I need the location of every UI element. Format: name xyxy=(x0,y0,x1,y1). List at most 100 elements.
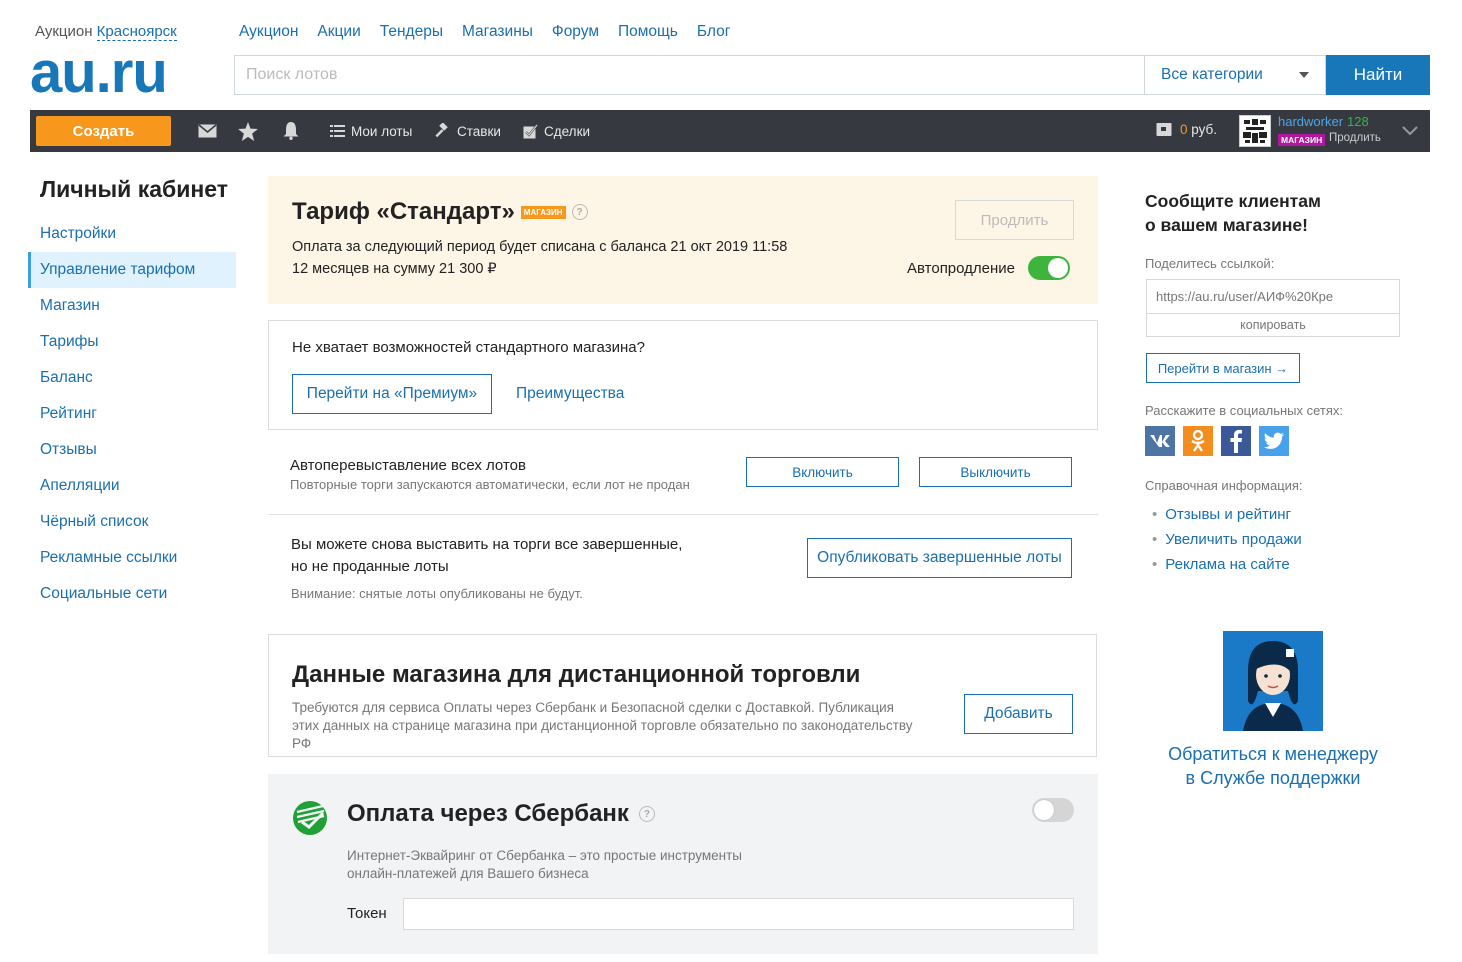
nav-promotions[interactable]: Акции xyxy=(317,23,360,41)
tariff-title-row: Тариф «Стандарт» МАГАЗИН ? xyxy=(292,198,588,226)
bids-link[interactable]: Ставки xyxy=(434,121,501,141)
prolong-link[interactable]: Продлить xyxy=(1329,132,1381,144)
city-link[interactable]: Красноярск xyxy=(96,23,177,41)
avatar[interactable] xyxy=(1239,115,1271,147)
help-link-reviews[interactable]: Отзывы и рейтинг xyxy=(1165,506,1291,523)
user-rating: 128 xyxy=(1347,114,1369,129)
vk-icon[interactable] xyxy=(1145,426,1175,456)
chevron-down-icon[interactable] xyxy=(1402,124,1418,139)
relist-disable-button[interactable]: Выключить xyxy=(919,457,1072,487)
list-icon xyxy=(330,125,345,137)
distance-title: Данные магазина для дистанционной торгов… xyxy=(292,661,861,688)
toggle-knob xyxy=(1048,258,1068,278)
sidebar-item-shop[interactable]: Магазин xyxy=(28,288,236,324)
sidebar-item-rating[interactable]: Рейтинг xyxy=(28,396,236,432)
sidebar-item-social[interactable]: Социальные сети xyxy=(28,576,236,612)
deals-link[interactable]: Сделки xyxy=(523,121,590,141)
renew-button[interactable]: Продлить xyxy=(955,200,1074,240)
sidebar-item-blacklist[interactable]: Чёрный список xyxy=(28,504,236,540)
help-link-sales[interactable]: Увеличить продажи xyxy=(1165,531,1302,548)
republish-line1: Вы можете снова выставить на торги все з… xyxy=(291,536,683,553)
help-link-ads[interactable]: Реклама на сайте xyxy=(1165,556,1289,573)
balance-unit: руб. xyxy=(1191,121,1218,137)
search-input[interactable] xyxy=(234,55,1144,95)
caret-down-icon xyxy=(1299,72,1309,78)
sidebar-item-appeals[interactable]: Апелляции xyxy=(28,468,236,504)
site-logo[interactable]: au.ru xyxy=(30,40,168,106)
category-value: Все категории xyxy=(1161,66,1263,83)
create-button[interactable]: Создать xyxy=(36,116,171,146)
bids-label: Ставки xyxy=(457,123,501,139)
username: hardworker xyxy=(1278,114,1344,129)
sidebar-item-tariffs[interactable]: Тарифы xyxy=(28,324,236,360)
nav-tenders[interactable]: Тендеры xyxy=(380,23,443,41)
toggle-knob xyxy=(1034,800,1054,820)
relist-title: Автоперевыставление всех лотов xyxy=(290,457,526,474)
contact-manager-link[interactable]: Обратиться к менеджеру в Службе поддержк… xyxy=(1145,742,1401,790)
username-link[interactable]: hardworker 128 xyxy=(1278,114,1369,129)
tariff-card: Тариф «Стандарт» МАГАЗИН ? Оплата за сле… xyxy=(268,176,1098,304)
add-button[interactable]: Добавить xyxy=(964,694,1073,734)
republish-text: Вы можете снова выставить на торги все з… xyxy=(291,534,682,578)
go-premium-button[interactable]: Перейти на «Премиум» xyxy=(292,374,492,414)
distance-description: Требуются для сервиса Оплаты через Сберб… xyxy=(292,700,913,751)
sberbank-card: Оплата через Сбербанк ? Интернет-Эквайри… xyxy=(268,774,1098,954)
share-label: Поделитесь ссылкой: xyxy=(1145,256,1275,271)
twitter-icon[interactable] xyxy=(1259,426,1289,456)
republish-note: Внимание: снятые лоты опубликованы не бу… xyxy=(291,586,583,601)
publish-finished-button[interactable]: Опубликовать завершенные лоты xyxy=(807,538,1072,578)
shop-badge: МАГАЗИН xyxy=(520,205,566,219)
sidebar-item-balance[interactable]: Баланс xyxy=(28,360,236,396)
share-url-input[interactable] xyxy=(1146,279,1400,314)
nav-shops[interactable]: Магазины xyxy=(462,23,533,41)
goto-shop-button[interactable]: Перейти в магазин → xyxy=(1146,353,1300,383)
sberbank-desc-line1: Интернет-Эквайринг от Сбербанка – это пр… xyxy=(347,848,742,863)
auto-relist-section: Автоперевыставление всех лотов Повторные… xyxy=(268,440,1098,515)
copy-button[interactable]: копировать xyxy=(1146,314,1400,337)
sidebar-item-settings[interactable]: Настройки xyxy=(28,216,236,252)
sidebar-item-ad-links[interactable]: Рекламные ссылки xyxy=(28,540,236,576)
nav-auction[interactable]: Аукцион xyxy=(239,23,298,41)
user-toolbar: Создать Мои лоты Ставки Сделки 0 руб. ha… xyxy=(30,110,1430,152)
support-manager-illustration[interactable] xyxy=(1223,631,1323,731)
billing-amount: 12 месяцев на сумму 21 300 ₽ xyxy=(292,261,497,277)
balance-value: 0 xyxy=(1180,121,1188,137)
wallet-icon xyxy=(1156,123,1172,136)
bell-icon[interactable] xyxy=(281,121,301,141)
help-icon[interactable]: ? xyxy=(638,806,655,822)
sberbank-desc-line2: онлайн-платежей для Вашего бизнеса xyxy=(347,866,589,881)
sberbank-title-row: Оплата через Сбербанк ? xyxy=(347,800,655,828)
billing-info: Оплата за следующий период будет списана… xyxy=(292,239,788,255)
sidebar-item-reviews[interactable]: Отзывы xyxy=(28,432,236,468)
checkbox-icon xyxy=(523,123,538,138)
star-icon[interactable] xyxy=(238,121,258,141)
help-icon[interactable]: ? xyxy=(571,204,588,220)
mail-icon[interactable] xyxy=(197,121,217,141)
odnoklassniki-icon[interactable] xyxy=(1183,426,1213,456)
nav-blog[interactable]: Блог xyxy=(697,23,731,41)
token-input[interactable] xyxy=(403,898,1074,930)
shop-badge: МАГАЗИН xyxy=(1278,134,1326,146)
help-item: Реклама на сайте xyxy=(1152,552,1302,577)
help-item: Отзывы и рейтинг xyxy=(1152,502,1302,527)
social-buttons xyxy=(1145,426,1289,456)
balance[interactable]: 0 руб. xyxy=(1156,121,1217,137)
premium-card: Не хватает возможностей стандартного маг… xyxy=(268,320,1098,430)
facebook-icon[interactable] xyxy=(1221,426,1251,456)
sberbank-logo-icon xyxy=(292,800,328,836)
help-info-label: Справочная информация: xyxy=(1145,478,1303,493)
sidebar-item-tariff-management[interactable]: Управление тарифом xyxy=(28,252,236,288)
relist-enable-button[interactable]: Включить xyxy=(746,457,899,487)
search-button[interactable]: Найти xyxy=(1326,55,1430,95)
category-select[interactable]: Все категории xyxy=(1144,55,1326,95)
deals-label: Сделки xyxy=(544,123,591,139)
my-lots-link[interactable]: Мои лоты xyxy=(330,121,412,141)
tariff-title: Тариф «Стандарт» xyxy=(292,198,515,225)
advantages-link[interactable]: Преимущества xyxy=(516,385,624,403)
nav-forum[interactable]: Форум xyxy=(552,23,599,41)
help-item: Увеличить продажи xyxy=(1152,527,1302,552)
sberbank-toggle[interactable] xyxy=(1032,798,1074,822)
nav-help[interactable]: Помощь xyxy=(618,23,678,41)
republish-line2: но не проданные лоты xyxy=(291,558,449,575)
autorenew-toggle[interactable] xyxy=(1028,256,1070,280)
